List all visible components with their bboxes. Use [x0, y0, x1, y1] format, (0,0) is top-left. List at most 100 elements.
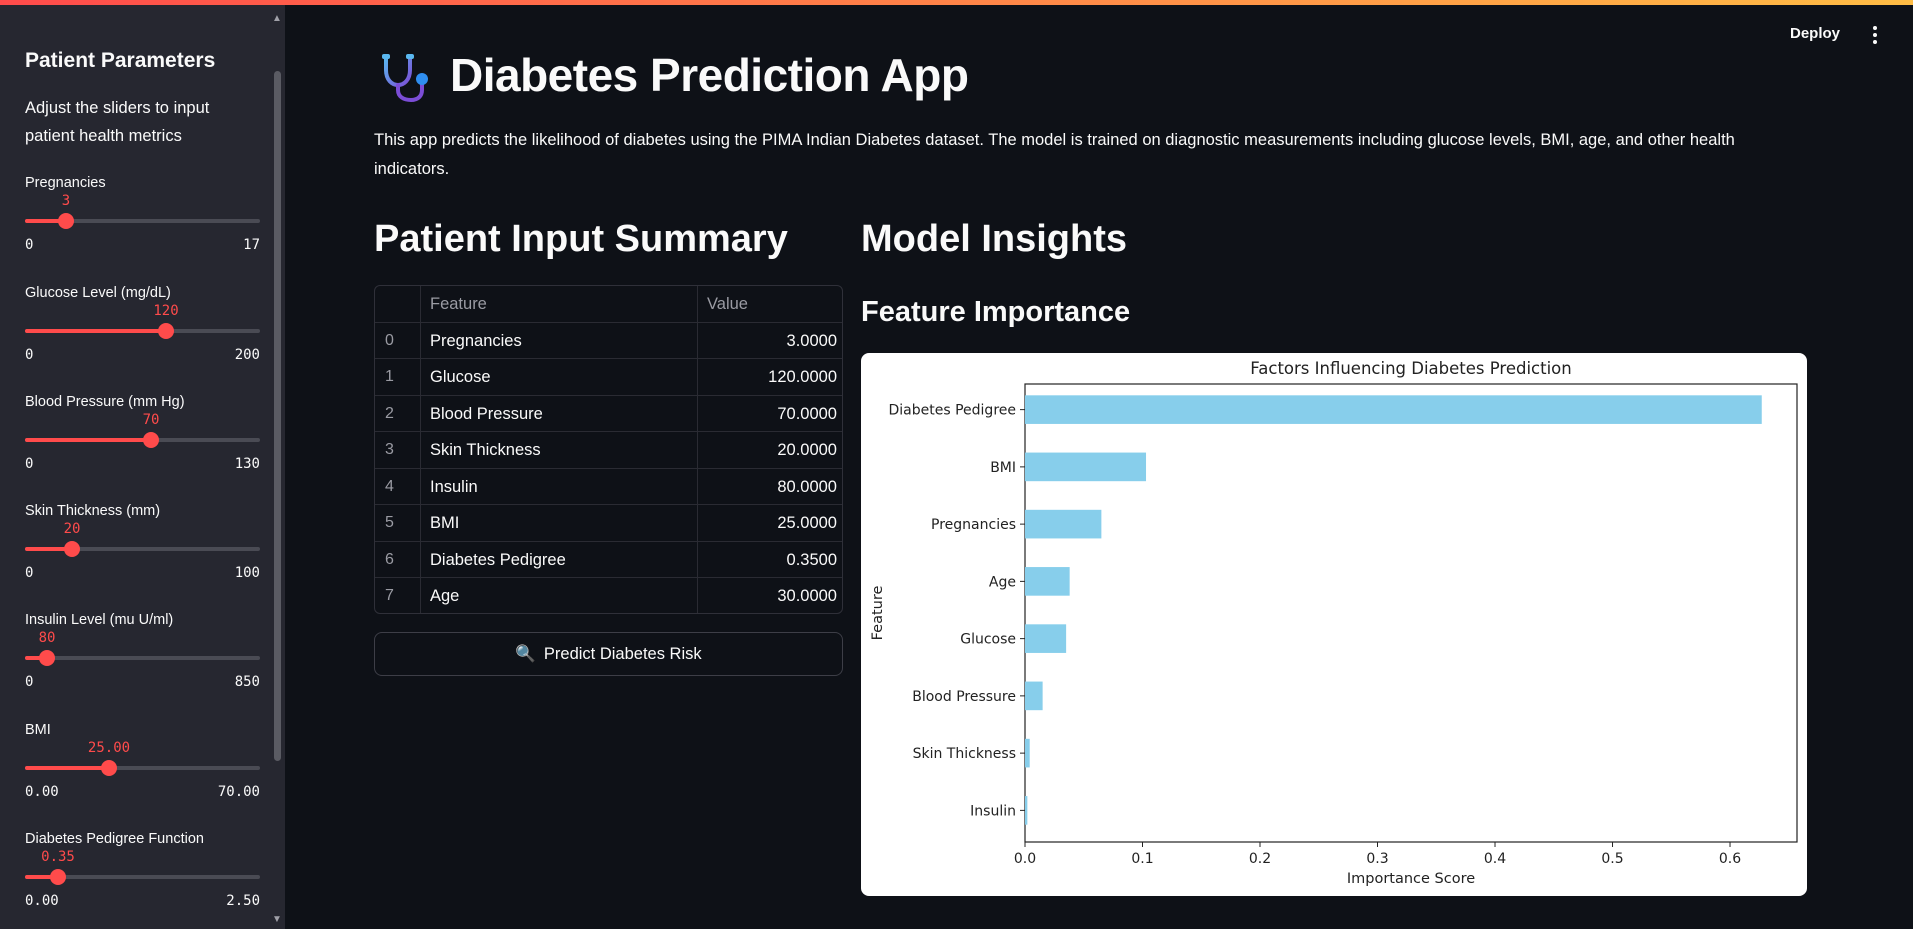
x-tick-label: 0.6: [1719, 851, 1741, 867]
slider-thumb[interactable]: [50, 869, 66, 885]
slider-min: 0: [25, 347, 34, 363]
slider-min: 0: [25, 456, 34, 472]
row-value[interactable]: 0.3500: [698, 542, 842, 579]
slider[interactable]: Skin Thickness (mm) 20 0 100: [25, 503, 260, 593]
x-tick-label: 0.2: [1249, 851, 1271, 867]
table-row[interactable]: 0 Pregnancies 3.0000: [375, 322, 842, 360]
slider-value: 80: [38, 630, 56, 646]
row-feature[interactable]: Skin Thickness: [421, 432, 698, 469]
main-menu-icon[interactable]: [1868, 26, 1882, 46]
slider[interactable]: Insulin Level (mu U/ml) 80 0 850: [25, 612, 260, 702]
scroll-down-icon[interactable]: ▼: [271, 914, 283, 926]
slider-label: Insulin Level (mu U/ml): [25, 612, 174, 628]
feature-importance-chart: Factors Influencing Diabetes Prediction D…: [861, 353, 1807, 896]
slider-label: Blood Pressure (mm Hg): [25, 394, 185, 410]
bar-6: [1025, 738, 1030, 768]
top-accent-bar: [0, 0, 1913, 5]
stethoscope-icon: [378, 52, 434, 103]
table-row[interactable]: 1 Glucose 120.0000: [375, 359, 842, 396]
slider-value: 0.35: [41, 849, 75, 865]
row-feature[interactable]: Blood Pressure: [421, 395, 698, 432]
page-description: This app predicts the likelihood of diab…: [374, 131, 1735, 178]
sidebar: Patient Parameters Adjust the sliders to…: [0, 5, 285, 929]
table-row[interactable]: 2 Blood Pressure 70.0000: [375, 395, 842, 433]
slider-fill: [25, 766, 109, 770]
y-tick-label: Insulin: [970, 803, 1016, 819]
slider-track[interactable]: [25, 547, 260, 551]
table-row[interactable]: 4 Insulin 80.0000: [375, 468, 842, 506]
slider-fill: [25, 438, 151, 442]
table-header-value[interactable]: Value: [698, 286, 842, 323]
row-feature[interactable]: Glucose: [421, 359, 698, 396]
slider-thumb[interactable]: [64, 541, 80, 557]
row-value[interactable]: 30.0000: [698, 578, 842, 613]
row-feature[interactable]: BMI: [421, 505, 698, 542]
x-tick-label: 0.1: [1131, 851, 1153, 867]
slider-label: BMI: [25, 722, 51, 738]
y-tick-label: Pregnancies: [931, 517, 1016, 533]
row-feature[interactable]: Age: [421, 578, 698, 613]
table-header-index: [375, 286, 421, 323]
row-index: 3: [375, 432, 421, 469]
slider-label: Skin Thickness (mm): [25, 503, 161, 519]
slider-value: 25.00: [87, 740, 131, 756]
slider-value: 70: [142, 412, 160, 428]
sidebar-title: Patient Parameters: [25, 49, 216, 72]
slider-value: 3: [61, 193, 71, 209]
row-index: 1: [375, 359, 421, 396]
slider[interactable]: Pregnancies 3 0 17: [25, 175, 260, 265]
scrollbar-thumb[interactable]: [274, 71, 281, 761]
x-tick-label: 0.0: [1014, 851, 1036, 867]
sidebar-scrollbar[interactable]: ▲ ▼: [271, 11, 283, 926]
patient-input-table[interactable]: Feature Value 0 Pregnancies 3.0000 1 Glucose…: [374, 285, 843, 614]
slider[interactable]: Diabetes Pedigree Function 0.35 0.00 2.50: [25, 831, 260, 921]
slider-min: 0: [25, 237, 34, 253]
slider-thumb[interactable]: [101, 760, 117, 776]
slider-value: 20: [63, 521, 81, 537]
table-row[interactable]: 3 Skin Thickness 20.0000: [375, 432, 842, 469]
row-value[interactable]: 70.0000: [698, 396, 842, 433]
slider-thumb[interactable]: [158, 323, 174, 339]
row-value[interactable]: 80.0000: [698, 469, 842, 506]
table-row[interactable]: 6 Diabetes Pedigree 0.3500: [375, 541, 842, 579]
slider-max: 130: [234, 456, 260, 472]
row-feature[interactable]: Pregnancies: [421, 322, 698, 359]
scroll-up-icon[interactable]: ▲: [271, 13, 283, 25]
table-header-feature[interactable]: Feature: [421, 286, 698, 323]
bar-5: [1025, 681, 1043, 711]
slider-label: Pregnancies: [25, 175, 106, 191]
magnifier-icon: 🔍: [515, 644, 536, 663]
row-feature[interactable]: Insulin: [421, 468, 698, 505]
bar-0: [1025, 395, 1762, 424]
table-row[interactable]: 5 BMI 25.0000: [375, 505, 842, 542]
x-tick-label: 0.3: [1366, 851, 1388, 867]
y-axis-label: Feature: [870, 586, 886, 641]
deploy-button[interactable]: Deploy: [1790, 25, 1840, 42]
x-tick-label: 0.4: [1484, 851, 1506, 867]
slider[interactable]: Glucose Level (mg/dL) 120 0 200: [25, 285, 260, 375]
row-value[interactable]: 120.0000: [698, 359, 842, 396]
slider-track[interactable]: [25, 766, 260, 770]
slider-track[interactable]: [25, 656, 260, 660]
table-row[interactable]: 7 Age 30.0000: [375, 578, 842, 613]
slider-thumb[interactable]: [143, 432, 159, 448]
row-value[interactable]: 3.0000: [698, 323, 842, 360]
x-axis-label: Importance Score: [1347, 871, 1475, 887]
model-insights-heading: Model Insights: [861, 218, 1127, 260]
feature-importance-heading: Feature Importance: [861, 296, 1131, 328]
slider[interactable]: Blood Pressure (mm Hg) 70 0 130: [25, 394, 260, 484]
bar-4: [1025, 624, 1067, 653]
row-index: 5: [375, 505, 421, 542]
row-value[interactable]: 20.0000: [698, 432, 842, 469]
slider-max: 70.00: [217, 784, 260, 800]
predict-button[interactable]: 🔍 Predict Diabetes Risk: [374, 632, 843, 676]
row-index: 0: [375, 322, 421, 359]
slider-track[interactable]: [25, 329, 260, 333]
row-value[interactable]: 25.0000: [698, 505, 842, 542]
slider[interactable]: BMI 25.00 0.00 70.00: [25, 722, 260, 812]
x-tick-label: 0.5: [1601, 851, 1623, 867]
slider-min: 0.00: [25, 784, 59, 800]
row-feature[interactable]: Diabetes Pedigree: [421, 541, 698, 578]
slider-thumb[interactable]: [58, 213, 74, 229]
slider-thumb[interactable]: [39, 650, 55, 666]
